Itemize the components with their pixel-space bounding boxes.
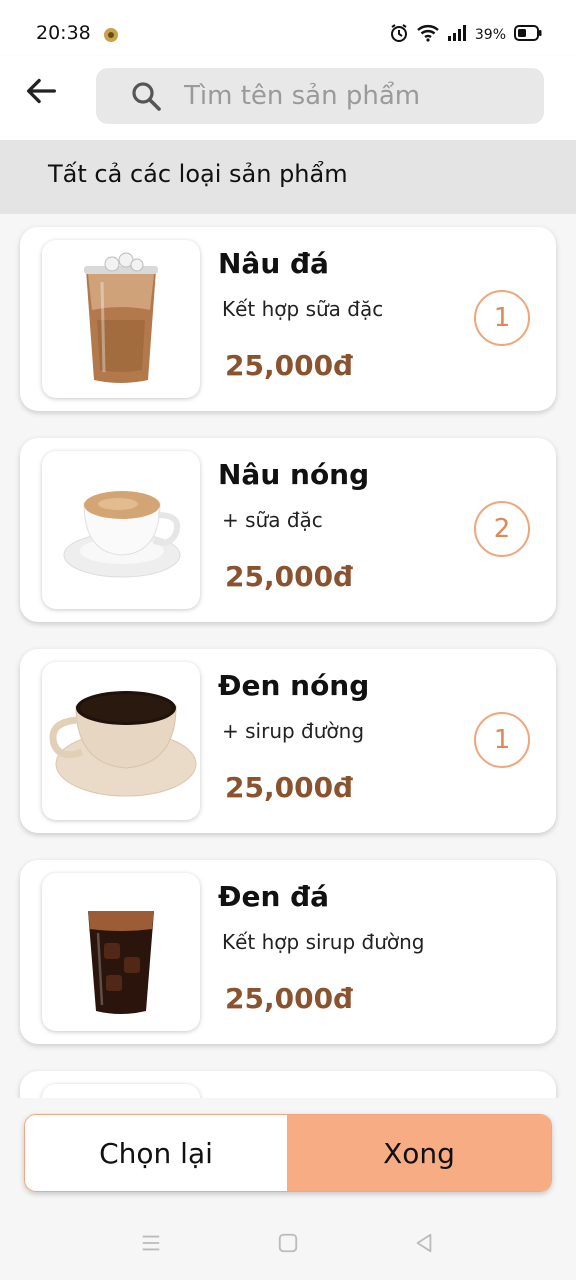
battery-icon <box>514 25 542 45</box>
status-bar: 20:38 39% <box>0 0 576 56</box>
back-button[interactable] <box>18 70 64 116</box>
product-card[interactable]: Đen đá Kết hợp sirup đường 25,000đ <box>20 860 556 1044</box>
header <box>0 56 576 140</box>
search-input[interactable] <box>184 68 524 124</box>
quantity-badge[interactable]: 2 <box>474 501 530 557</box>
product-name: Đen nóng <box>218 669 370 702</box>
system-nav-bar <box>0 1204 576 1280</box>
back-nav-button[interactable] <box>409 1230 439 1260</box>
product-list[interactable]: Nâu đá Kết hợp sữa đặc 25,000đ 1 Nâu nón… <box>0 214 576 1098</box>
product-description: + sirup đường <box>222 719 365 743</box>
iced-milk-coffee-icon <box>84 252 158 383</box>
product-name: Nâu đá <box>218 247 329 280</box>
product-name: Đen đá <box>218 880 330 913</box>
reset-button[interactable]: Chọn lại <box>25 1115 287 1191</box>
product-image <box>42 451 200 609</box>
wifi-icon <box>417 24 439 46</box>
product-price: 25,000đ <box>225 560 354 593</box>
product-image <box>42 662 200 820</box>
back-triangle-icon <box>413 1232 435 1258</box>
product-card[interactable]: Nâu nóng + sữa đặc 25,000đ 2 <box>20 438 556 622</box>
product-description: + sữa đặc <box>222 508 323 532</box>
product-price: 25,000đ <box>225 349 354 382</box>
quantity-badge[interactable]: 1 <box>474 290 530 346</box>
product-price: 25,000đ <box>225 771 354 804</box>
product-image <box>42 240 200 398</box>
quantity-badge[interactable]: 1 <box>474 712 530 768</box>
menu-nav-button[interactable] <box>136 1230 166 1260</box>
notification-icon <box>102 26 120 44</box>
product-image <box>42 1084 200 1098</box>
product-name: Nâu nóng <box>218 458 370 491</box>
home-square-icon <box>277 1232 299 1258</box>
hot-milk-coffee-icon <box>63 491 181 578</box>
product-image <box>42 873 200 1031</box>
home-nav-button[interactable] <box>273 1230 303 1260</box>
product-card[interactable]: Đen nóng + sirup đường 25,000đ 1 <box>20 649 556 833</box>
product-description: Kết hợp sữa đặc <box>222 297 384 321</box>
category-bar[interactable]: Tất cả các loại sản phẩm <box>0 140 576 214</box>
status-indicators: 39% <box>389 22 542 48</box>
category-label: Tất cả các loại sản phẩm <box>48 160 348 188</box>
product-card-partial[interactable] <box>20 1071 556 1098</box>
status-time: 20:38 <box>36 22 91 44</box>
menu-icon <box>140 1232 162 1258</box>
battery-text: 39% <box>474 27 506 43</box>
alarm-icon <box>389 23 409 47</box>
search-bar[interactable] <box>96 68 544 124</box>
iced-black-coffee-icon <box>88 911 154 1014</box>
product-price: 25,000đ <box>225 982 354 1015</box>
footer-actions: Chọn lại Xong <box>24 1114 552 1192</box>
signal-icon <box>447 25 467 45</box>
product-card[interactable]: Nâu đá Kết hợp sữa đặc 25,000đ 1 <box>20 227 556 411</box>
done-button[interactable]: Xong <box>287 1115 551 1191</box>
product-description: Kết hợp sirup đường <box>222 930 425 954</box>
search-icon <box>130 80 162 112</box>
arrow-left-icon <box>22 72 60 114</box>
hot-black-coffee-icon <box>49 691 197 797</box>
